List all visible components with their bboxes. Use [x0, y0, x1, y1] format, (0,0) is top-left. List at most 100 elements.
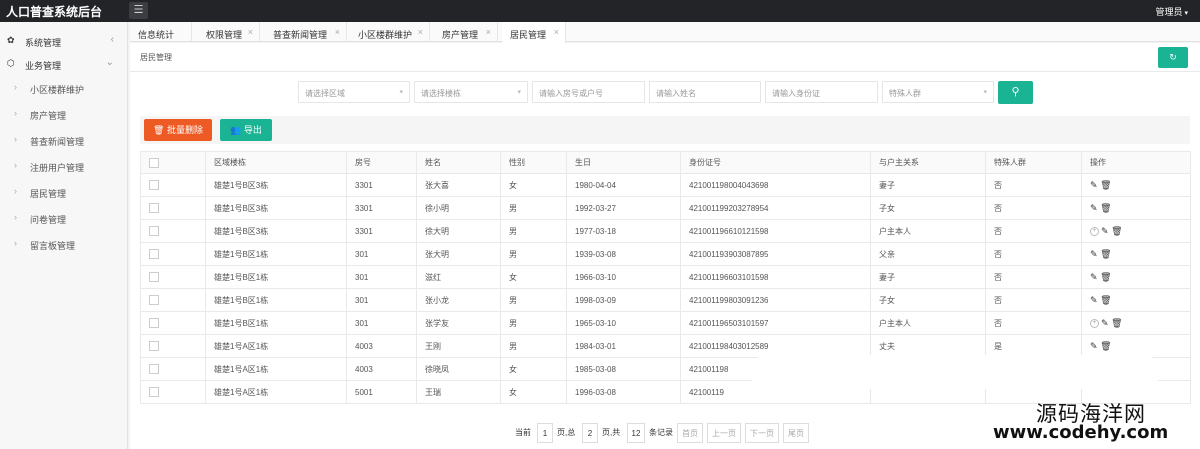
edit-icon[interactable]: ✎	[1090, 272, 1098, 282]
edit-icon[interactable]: ✎	[1090, 295, 1098, 305]
tab-permissions[interactable]: 权限管理 ×	[198, 22, 260, 42]
trash-icon[interactable]: 🗑	[1100, 180, 1111, 190]
row-actions: ✎ 🗑	[1081, 242, 1191, 266]
row-checkbox[interactable]	[149, 226, 159, 236]
row-checkbox[interactable]	[149, 364, 159, 374]
row-actions: + ✎ 🗑	[1081, 219, 1191, 243]
close-icon[interactable]: ×	[248, 27, 253, 37]
idcard-input[interactable]: 请输入身份证	[765, 81, 878, 103]
edit-icon[interactable]: ✎	[1101, 318, 1109, 328]
table-cell: 421001199203278954	[680, 196, 871, 220]
table-cell: 1992-03-27	[566, 196, 681, 220]
row-select-cell[interactable]	[140, 173, 206, 197]
table-cell: 否	[985, 173, 1082, 197]
edit-icon[interactable]: ✎	[1090, 180, 1098, 190]
row-select-cell[interactable]	[140, 242, 206, 266]
pager-total-pages: 2	[582, 423, 598, 443]
row-checkbox[interactable]	[149, 203, 159, 213]
row-select-cell[interactable]	[140, 196, 206, 220]
trash-icon[interactable]: 🗑	[1111, 226, 1122, 236]
first-page-button[interactable]: 首页	[677, 423, 703, 443]
tab-statistics[interactable]: 信息统计	[130, 22, 192, 42]
table-cell: 男	[500, 288, 567, 312]
table-cell: 男	[500, 196, 567, 220]
row-checkbox[interactable]	[149, 318, 159, 328]
select-all-checkbox[interactable]	[149, 157, 159, 168]
last-page-button[interactable]: 尾页	[783, 423, 809, 443]
name-input[interactable]: 请输入姓名	[649, 81, 761, 103]
table-cell: 雄楚1号B区1栋	[205, 242, 347, 266]
row-select-cell[interactable]	[140, 265, 206, 289]
caret-down-icon: ▾	[1184, 10, 1188, 17]
row-checkbox[interactable]	[149, 387, 159, 397]
row-select-cell[interactable]	[140, 311, 206, 335]
close-icon[interactable]: ×	[418, 27, 423, 37]
expand-icon[interactable]: +	[1090, 226, 1099, 236]
table-cell: 1984-03-01	[566, 334, 681, 358]
close-icon[interactable]: ×	[335, 27, 340, 37]
row-checkbox[interactable]	[149, 180, 159, 190]
table-cell: 301	[346, 288, 417, 312]
tab-residents[interactable]: 居民管理 ×	[502, 22, 566, 43]
sidebar-item-messages[interactable]: › 留言板管理	[0, 234, 128, 254]
trash-icon[interactable]: 🗑	[1100, 249, 1111, 259]
row-checkbox[interactable]	[149, 341, 159, 351]
next-page-button[interactable]: 下一页	[745, 423, 779, 443]
export-button[interactable]: 👥 导出	[220, 119, 272, 141]
sidebar-group-system[interactable]: ✿ 系统管理 ‹	[0, 30, 128, 52]
sidebar-item-news[interactable]: › 普查新闻管理	[0, 130, 128, 150]
refresh-button[interactable]: ↻	[1158, 47, 1188, 68]
tab-building[interactable]: 小区楼群维护 ×	[350, 22, 430, 42]
close-icon[interactable]: ×	[486, 27, 491, 37]
batch-delete-button[interactable]: 🗑 批量删除	[144, 119, 212, 141]
edit-icon[interactable]: ✎	[1090, 249, 1098, 259]
divider	[130, 71, 1200, 72]
sidebar-item-survey[interactable]: › 问卷管理	[0, 208, 128, 228]
expand-icon[interactable]: +	[1090, 318, 1099, 328]
col-header: 身份证号	[680, 151, 871, 174]
edit-icon[interactable]: ✎	[1090, 203, 1098, 213]
trash-icon[interactable]: 🗑	[1100, 203, 1111, 213]
cube-icon: ⬡	[7, 58, 15, 68]
trash-icon[interactable]: 🗑	[1100, 295, 1111, 305]
menu-toggle-icon[interactable]: ☰	[129, 2, 148, 19]
area-select[interactable]: 请选择区域 ▾	[298, 81, 410, 103]
table-cell: 雄楚1号B区3栋	[205, 173, 347, 197]
sidebar-item-property[interactable]: › 房产管理	[0, 104, 128, 124]
room-input[interactable]: 请输入房号或户号	[532, 81, 645, 103]
row-select-cell[interactable]	[140, 288, 206, 312]
sidebar-group-business[interactable]: ⬡ 业务管理 ⌄	[0, 53, 128, 75]
trash-icon[interactable]: 🗑	[1111, 318, 1122, 328]
row-checkbox[interactable]	[149, 272, 159, 282]
pager-total-label: 页,共	[602, 428, 621, 437]
building-select[interactable]: 请选择楼栋 ▾	[414, 81, 528, 103]
row-select-cell[interactable]	[140, 219, 206, 243]
row-select-cell[interactable]	[140, 380, 206, 404]
table-cell: 雄楚1号A区1栋	[205, 357, 347, 381]
user-menu[interactable]: 管理员 ▾	[1155, 5, 1188, 18]
row-select-cell[interactable]	[140, 357, 206, 381]
table-cell: 子女	[870, 196, 986, 220]
tab-news[interactable]: 普查新闻管理 ×	[265, 22, 347, 42]
sidebar-group-label: 系统管理	[25, 38, 62, 48]
trash-icon[interactable]: 🗑	[1100, 341, 1111, 351]
row-checkbox[interactable]	[149, 295, 159, 305]
special-group-select[interactable]: 特殊人群 ▾	[882, 81, 994, 103]
row-checkbox[interactable]	[149, 249, 159, 259]
search-button[interactable]: ⚲	[998, 81, 1033, 104]
trash-icon[interactable]: 🗑	[1100, 272, 1111, 282]
sidebar-item-users[interactable]: › 注册用户管理	[0, 156, 128, 176]
table-cell: 王瑞	[416, 380, 501, 404]
table-cell: 421001199803091236	[680, 288, 871, 312]
edit-icon[interactable]: ✎	[1101, 226, 1109, 236]
chevron-down-icon: ⌄	[105, 57, 114, 68]
edit-icon[interactable]: ✎	[1090, 341, 1098, 351]
select-all-cell[interactable]	[140, 151, 206, 174]
close-icon[interactable]: ×	[554, 27, 559, 37]
row-select-cell[interactable]	[140, 334, 206, 358]
sidebar-item-residents[interactable]: › 居民管理	[0, 182, 128, 202]
table-cell: 雄楚1号B区3栋	[205, 196, 347, 220]
tab-property[interactable]: 房产管理 ×	[434, 22, 498, 42]
sidebar-item-building[interactable]: › 小区楼群维护	[0, 78, 128, 98]
prev-page-button[interactable]: 上一页	[707, 423, 741, 443]
